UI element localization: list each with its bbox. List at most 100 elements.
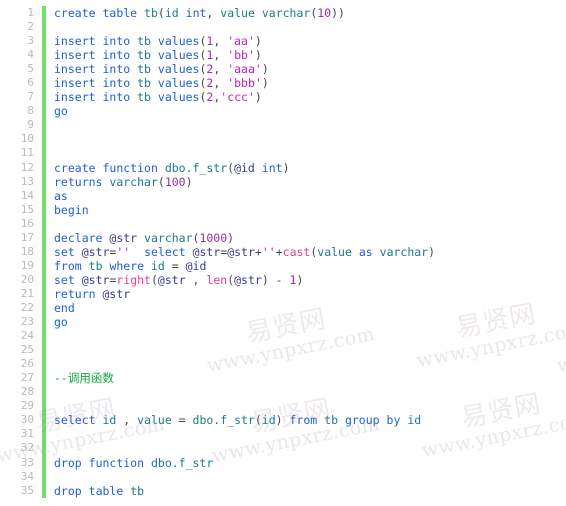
code-line-content[interactable] — [40, 385, 435, 399]
code-token: len — [206, 272, 228, 287]
code-line[interactable]: 4 insert into tb values(1, 'bb') — [0, 48, 435, 62]
code-line[interactable]: 21 return @str — [0, 287, 435, 301]
code-line-content[interactable]: create function dbo.f_str(@id int) — [40, 161, 435, 175]
code-line-content[interactable]: as — [40, 189, 435, 203]
code-token: varchar — [379, 244, 429, 259]
code-token: varchar — [109, 174, 158, 189]
code-line-content[interactable] — [40, 427, 435, 441]
line-number: 26 — [20, 357, 34, 371]
code-line[interactable]: 18 set @str='' select @str=@str+''+cast(v… — [0, 245, 435, 259]
code-line[interactable]: 11 — [0, 146, 435, 160]
code-line[interactable]: 10 — [0, 132, 435, 146]
code-line[interactable]: 33 drop function dbo.f_str — [0, 456, 435, 470]
code-line-content[interactable]: insert into tb values(1, 'bb') — [40, 48, 435, 62]
code-line[interactable]: 29 — [0, 399, 435, 413]
code-line[interactable]: 28 — [0, 385, 435, 399]
code-line-content[interactable]: insert into tb values(2, 'aaa') — [40, 62, 435, 76]
code-line-content[interactable]: declare @str varchar(1000) — [40, 231, 435, 245]
code-token: varchar — [261, 6, 311, 20]
code-line[interactable]: 31 — [0, 427, 435, 441]
code-line[interactable]: 5 insert into tb values(2, 'aaa') — [0, 62, 435, 76]
code-line[interactable]: 7 insert into tb values(2,'ccc') — [0, 90, 435, 104]
code-line[interactable]: 1 create table tb(id int, value varchar(1… — [0, 6, 435, 20]
code-line-content[interactable]: go — [40, 104, 435, 118]
code-token: as — [358, 244, 373, 259]
code-line[interactable]: 13 returns varchar(100) — [0, 175, 435, 189]
code-line-content[interactable] — [40, 329, 435, 343]
code-token: , — [185, 272, 207, 287]
code-line-content[interactable]: return @str — [40, 287, 435, 301]
code-line-content[interactable]: returns varchar(100) — [40, 175, 435, 189]
code-line[interactable]: 22 end — [0, 301, 435, 315]
code-line-content[interactable]: drop table tb — [40, 484, 435, 498]
code-line-content[interactable] — [40, 146, 435, 160]
code-line-content[interactable]: create table tb(id int, value varchar(10… — [40, 6, 435, 20]
code-token: ( — [157, 6, 165, 20]
code-line-content[interactable]: go — [40, 315, 435, 329]
code-line-content[interactable] — [40, 357, 435, 371]
code-line-content[interactable] — [40, 470, 435, 484]
code-line-content[interactable]: end — [40, 301, 435, 315]
code-line[interactable]: 26 — [0, 357, 435, 371]
code-line-content[interactable] — [40, 118, 435, 132]
line-number: 35 — [20, 483, 34, 497]
code-token: ( — [254, 413, 262, 428]
code-line[interactable]: 19 from tb where id = @id — [0, 259, 435, 273]
code-line[interactable]: 8 go — [0, 104, 435, 118]
code-line-content[interactable] — [40, 399, 435, 413]
code-line-content[interactable] — [40, 20, 435, 34]
code-line[interactable]: 15 begin — [0, 203, 435, 217]
code-line[interactable]: 14 as — [0, 189, 435, 203]
code-line-content[interactable]: select id , value = dbo.f_str(id) from t… — [40, 413, 435, 427]
code-token: values — [157, 76, 200, 91]
code-line-content[interactable] — [40, 343, 435, 357]
code-token: --调用函数 — [54, 371, 114, 386]
code-line[interactable]: 2 — [0, 20, 435, 34]
code-line[interactable]: 9 — [0, 118, 435, 132]
code-line[interactable]: 27 --调用函数 — [0, 371, 435, 385]
code-token: drop — [54, 483, 82, 498]
code-line[interactable]: 12 create function dbo.f_str(@id int) — [0, 161, 435, 175]
code-line[interactable]: 24 — [0, 329, 435, 343]
line-number: 29 — [20, 399, 34, 413]
code-line[interactable]: 30 select id , value = dbo.f_str(id) from… — [0, 413, 435, 427]
code-token: ) — [275, 413, 283, 428]
code-token: tb — [137, 62, 151, 77]
code-token: tb — [144, 6, 158, 20]
code-line-content[interactable] — [40, 441, 435, 455]
code-line[interactable]: 32 — [0, 441, 435, 455]
code-line-content[interactable]: drop function dbo.f_str — [40, 456, 435, 470]
code-line-content[interactable]: insert into tb values(2,'ccc') — [40, 90, 435, 104]
code-line-content[interactable]: begin — [40, 203, 435, 217]
code-lines-table: 1 create table tb(id int, value varchar(1… — [0, 6, 435, 498]
code-line[interactable]: 17 declare @str varchar(1000) — [0, 231, 435, 245]
code-line-content[interactable] — [40, 217, 435, 231]
code-line-content[interactable] — [40, 132, 435, 146]
code-token: ) — [227, 230, 235, 245]
code-line[interactable]: 6 insert into tb values(2, 'bbb') — [0, 76, 435, 90]
code-token: into — [102, 76, 131, 91]
code-line[interactable]: 23 go — [0, 315, 435, 329]
code-line-content[interactable]: set @str=right(@str , len(@str) - 1) — [40, 273, 435, 287]
code-line[interactable]: 34 — [0, 470, 435, 484]
code-token: , — [213, 62, 228, 77]
code-line-content[interactable]: from tb where id = @id — [40, 259, 435, 273]
code-line[interactable]: 20 set @str=right(@str , len(@str) - 1) — [0, 273, 435, 287]
code-line-content[interactable]: set @str='' select @str=@str+''+cast(val… — [40, 245, 435, 259]
line-number: 16 — [20, 216, 34, 230]
code-line-content[interactable]: --调用函数 — [40, 371, 435, 385]
sql-code-editor[interactable]: 1 create table tb(id int, value varchar(1… — [0, 0, 566, 506]
code-line[interactable]: 25 — [0, 343, 435, 357]
code-line-content[interactable]: insert into tb values(2, 'bbb') — [40, 76, 435, 90]
code-line[interactable]: 3 insert into tb values(1, 'aa') — [0, 34, 435, 48]
code-line[interactable]: 35 drop table tb — [0, 484, 435, 498]
code-token: insert — [54, 62, 96, 77]
code-line-content[interactable]: insert into tb values(1, 'aa') — [40, 34, 435, 48]
line-number: 32 — [20, 441, 34, 455]
code-line[interactable]: 16 — [0, 217, 435, 231]
